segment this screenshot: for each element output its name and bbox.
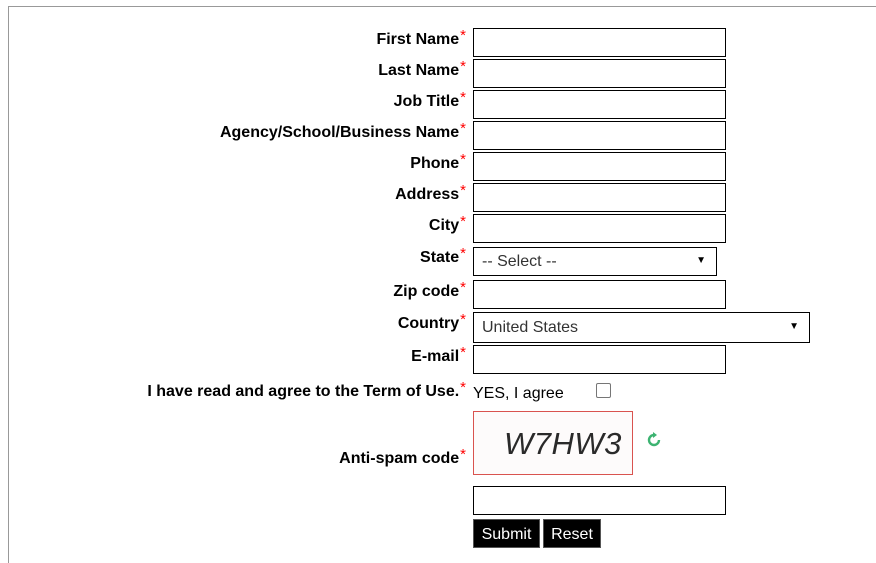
city-input[interactable]	[473, 214, 726, 243]
row-country: Country* United States ▼	[0, 311, 876, 343]
antispam-label: Anti-spam code*	[339, 446, 466, 467]
last-name-label: Last Name*	[378, 58, 466, 79]
address-label: Address*	[395, 182, 466, 203]
required-marker: *	[460, 151, 466, 168]
required-marker: *	[460, 120, 466, 137]
captcha-code: W7HW3	[504, 426, 622, 461]
email-input[interactable]	[473, 345, 726, 374]
country-label: Country*	[397, 311, 466, 332]
row-agency: Agency/School/Business Name*	[0, 120, 876, 150]
required-marker: *	[460, 89, 466, 106]
row-email: E-mail*	[0, 344, 876, 374]
required-marker: *	[460, 379, 466, 396]
row-last-name: Last Name*	[0, 58, 876, 88]
zip-input[interactable]	[473, 280, 726, 309]
required-marker: *	[460, 27, 466, 44]
state-select[interactable]: -- Select -- ▼	[473, 247, 717, 276]
row-first-name: First Name*	[0, 27, 876, 57]
terms-label: I have read and agree to the Term of Use…	[147, 379, 466, 400]
country-selected-value: United States	[482, 319, 579, 336]
agree-checkbox[interactable]	[596, 383, 611, 398]
required-marker: *	[460, 446, 466, 463]
required-marker: *	[460, 311, 466, 328]
row-state: State* -- Select -- ▼	[0, 245, 876, 276]
required-marker: *	[460, 58, 466, 75]
phone-label: Phone*	[410, 151, 466, 172]
country-select[interactable]: United States ▼	[473, 312, 810, 343]
agency-input[interactable]	[473, 121, 726, 150]
job-title-label: Job Title*	[393, 89, 466, 110]
agency-label: Agency/School/Business Name*	[219, 120, 466, 141]
row-city: City*	[0, 213, 876, 243]
required-marker: *	[460, 213, 466, 230]
antispam-input[interactable]	[473, 486, 726, 515]
phone-input[interactable]	[473, 152, 726, 181]
required-marker: *	[460, 344, 466, 361]
required-marker: *	[460, 279, 466, 296]
reset-button[interactable]: Reset	[543, 519, 601, 548]
first-name-input[interactable]	[473, 28, 726, 57]
agree-text: YES, I agree	[473, 385, 564, 402]
required-marker: *	[460, 182, 466, 199]
row-phone: Phone*	[0, 151, 876, 181]
last-name-input[interactable]	[473, 59, 726, 88]
refresh-icon[interactable]	[647, 432, 661, 453]
email-label: E-mail*	[411, 344, 466, 365]
zip-label: Zip code*	[393, 279, 466, 300]
address-input[interactable]	[473, 183, 726, 212]
first-name-label: First Name*	[376, 27, 466, 48]
row-job-title: Job Title*	[0, 89, 876, 119]
dropdown-arrow-icon: ▼	[789, 321, 799, 332]
city-label: City*	[428, 213, 466, 234]
row-address: Address*	[0, 182, 876, 212]
required-marker: *	[460, 245, 466, 262]
dropdown-arrow-icon: ▼	[696, 255, 706, 266]
submit-button[interactable]: Submit	[473, 519, 540, 548]
captcha-image: W7HW3	[473, 411, 633, 475]
job-title-input[interactable]	[473, 90, 726, 119]
row-zip: Zip code*	[0, 279, 876, 309]
state-label: State*	[420, 245, 466, 266]
state-selected-value: -- Select --	[482, 253, 557, 270]
